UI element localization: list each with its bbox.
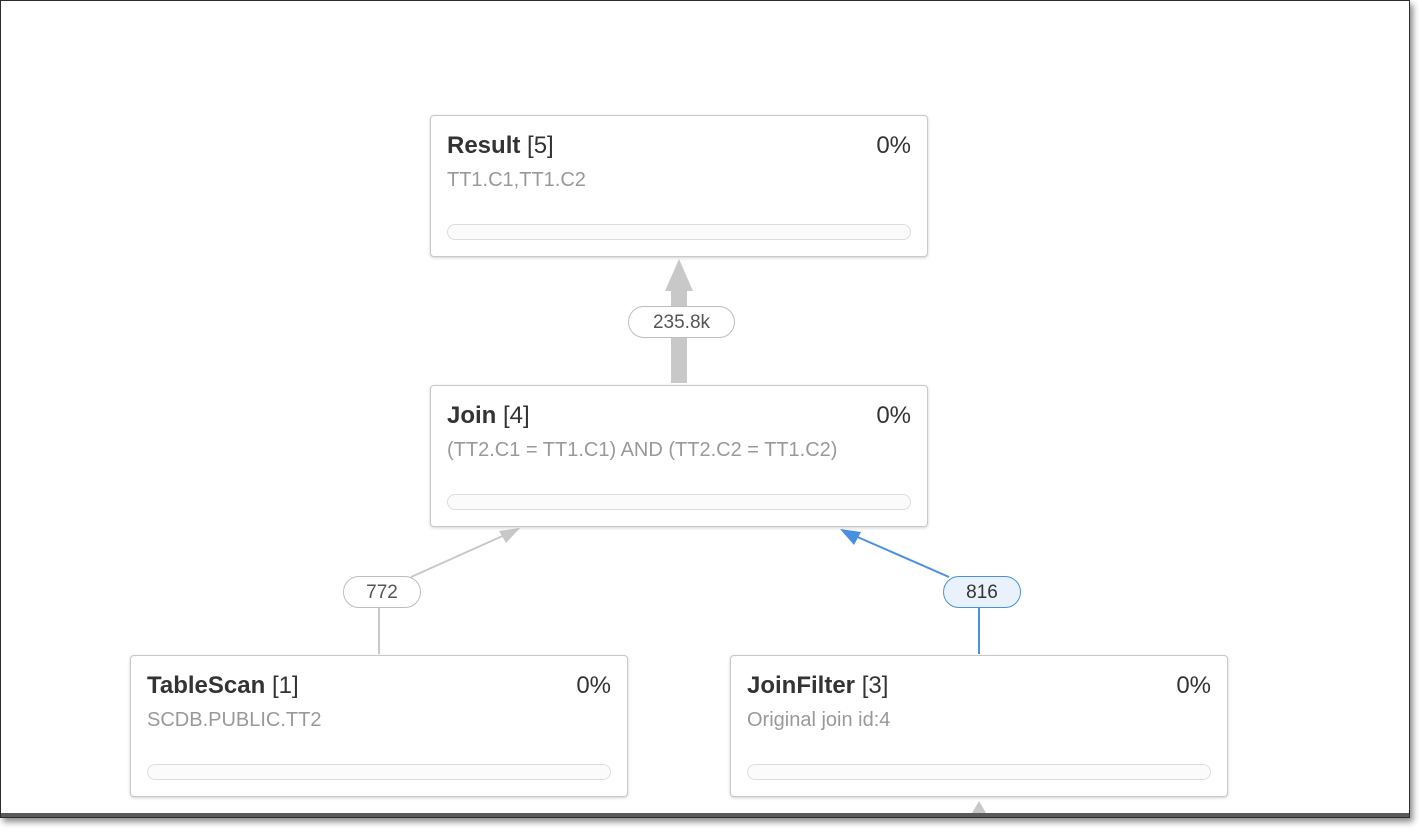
operator-name: TableScan	[147, 672, 266, 699]
operator-detail: Original join id:4	[747, 709, 891, 731]
operator-percent: 0%	[876, 132, 911, 159]
edge-arrowhead	[499, 528, 520, 543]
operator-percent: 0%	[1176, 672, 1211, 699]
operator-title: TableScan [1]	[147, 672, 299, 700]
operator-detail: SCDB.PUBLIC.TT2	[147, 709, 322, 731]
operator-percent: 0%	[576, 672, 611, 699]
operator-node-join[interactable]: Join [4] 0% (TT2.C1 = TT1.C1) AND (TT2.C…	[430, 385, 928, 527]
operator-name: Join	[447, 402, 497, 429]
edge-arrowhead-partial	[972, 801, 986, 813]
edge-arrowhead	[840, 529, 861, 545]
operator-detail: (TT2.C1 = TT1.C1) AND (TT2.C2 = TT1.C2)	[447, 439, 838, 461]
operator-name: JoinFilter	[747, 672, 856, 699]
operator-progress-bar	[747, 764, 1211, 780]
window-bottom-edge	[1, 813, 1409, 817]
operator-progress-bar	[447, 224, 911, 240]
operator-detail: TT1.C1,TT1.C2	[447, 169, 586, 191]
operator-title: Join [4]	[447, 402, 530, 430]
edge-line	[410, 533, 508, 578]
operator-node-tablescan[interactable]: TableScan [1] 0% SCDB.PUBLIC.TT2	[130, 655, 628, 797]
query-profile-canvas: Result [5] 0% TT1.C1,TT1.C2 Join [4] 0% …	[0, 0, 1410, 818]
operator-title: JoinFilter [3]	[747, 672, 888, 700]
operator-id: [3]	[861, 672, 889, 699]
operator-progress-bar	[147, 764, 611, 780]
edge-arrowhead	[665, 259, 693, 291]
operator-id: [4]	[503, 402, 530, 429]
operator-progress-bar	[447, 494, 911, 510]
operator-node-joinfilter[interactable]: JoinFilter [3] 0% Original join id:4	[730, 655, 1228, 797]
operator-name: Result	[447, 132, 521, 159]
operator-id: [1]	[271, 672, 299, 699]
edge-rowcount-badge[interactable]: 235.8k	[628, 306, 735, 338]
operator-node-result[interactable]: Result [5] 0% TT1.C1,TT1.C2	[430, 115, 928, 257]
operator-percent: 0%	[876, 402, 911, 429]
edge-line	[852, 534, 950, 578]
operator-title: Result [5]	[447, 132, 554, 160]
operator-id: [5]	[527, 132, 554, 159]
edge-rowcount-badge[interactable]: 772	[343, 576, 421, 608]
edge-rowcount-badge-selected[interactable]: 816	[943, 576, 1021, 608]
